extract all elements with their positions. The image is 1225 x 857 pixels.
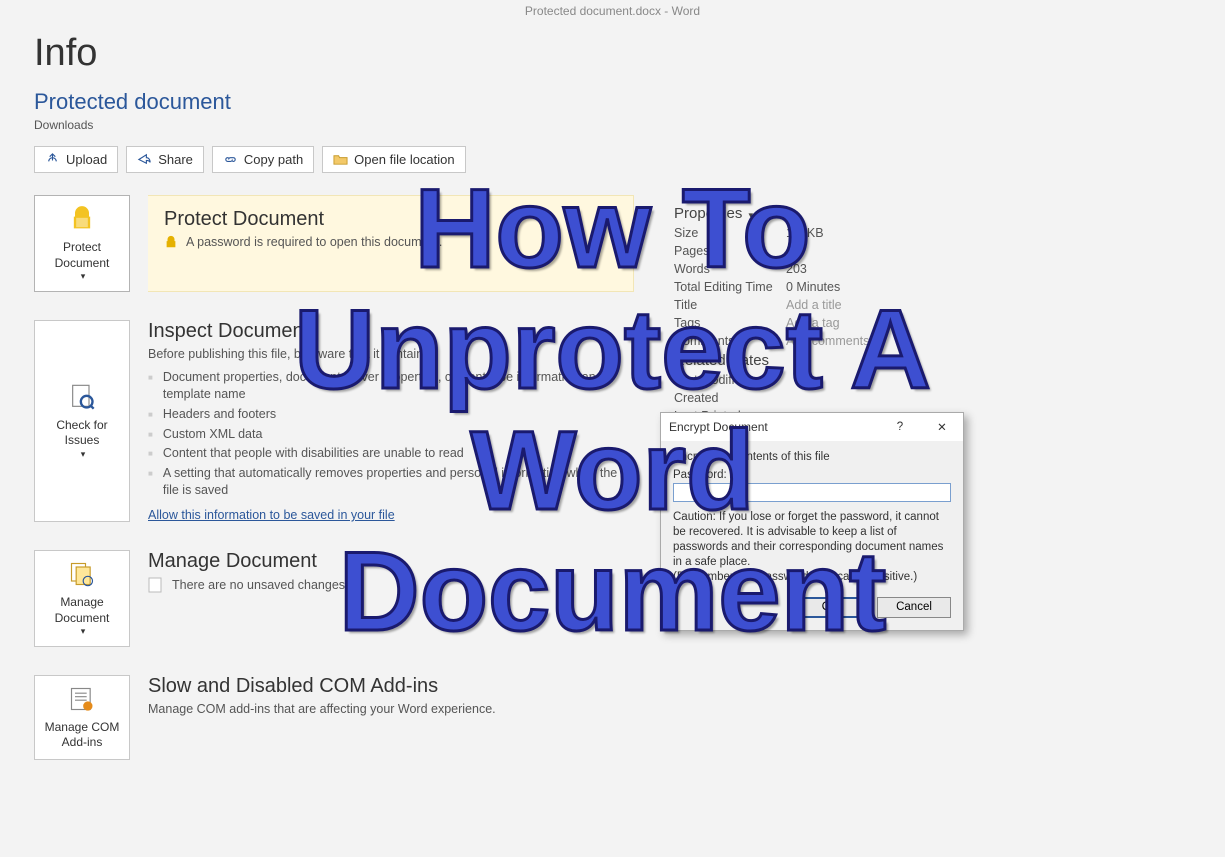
password-input[interactable] (673, 483, 951, 502)
property-row: Total Editing Time0 Minutes (674, 280, 974, 294)
ok-button[interactable]: OK (793, 597, 867, 618)
titlebar: Protected document.docx - Word (0, 0, 1225, 26)
addins-icon (67, 684, 97, 714)
protect-document-button[interactable]: Protect Document▾ (34, 195, 130, 292)
inspect-before-text: Before publishing this file, be aware th… (148, 347, 634, 361)
property-row: TagsAdd a tag (674, 316, 974, 330)
page-title: Info (34, 32, 1191, 75)
dialog-hint: Encrypt the contents of this file (673, 451, 951, 463)
dialog-title: Encrypt Document (661, 420, 879, 434)
inspect-item: Headers and footers (148, 406, 634, 423)
manage-line-text: There are no unsaved changes. (172, 578, 349, 592)
chevron-down-icon: ▾ (81, 449, 86, 461)
title-filename: Protected document.docx (525, 4, 661, 18)
related-dates-heading: Related Dates (674, 352, 974, 369)
manage-document-section: Manage Document▾ Manage Document There a… (34, 550, 634, 647)
inspect-document-section: Check for Issues▾ Inspect Document Befor… (34, 320, 634, 522)
document-icon (148, 577, 162, 593)
dialog-remember: (Remember that passwords are case-sensit… (673, 571, 917, 583)
link-icon (223, 152, 238, 167)
property-row: TitleAdd a title (674, 298, 974, 312)
manage-heading: Manage Document (148, 550, 634, 573)
chevron-down-icon: ▾ (81, 626, 86, 638)
addins-section: Manage COM Add-ins Slow and Disabled COM… (34, 675, 634, 760)
inspect-icon (67, 382, 97, 412)
open-location-button[interactable]: Open file location (322, 146, 465, 173)
addins-heading: Slow and Disabled COM Add-ins (148, 675, 634, 698)
addins-line: Manage COM add-ins that are affecting yo… (148, 702, 634, 716)
password-label: Password: (673, 469, 951, 481)
property-row: Last Modified (674, 373, 974, 387)
inspect-item: A setting that automatically removes pro… (148, 465, 634, 499)
cancel-button[interactable]: Cancel (877, 597, 951, 618)
title-app: Word (672, 4, 700, 18)
property-row: Created (674, 391, 974, 405)
upload-button[interactable]: Upload (34, 146, 118, 173)
property-row: Words203 (674, 262, 974, 276)
check-for-issues-button[interactable]: Check for Issues▾ (34, 320, 130, 522)
protect-message: A password is required to open this docu… (186, 235, 442, 249)
inspect-items-list: Document properties, document server pro… (148, 369, 634, 499)
property-row: CommentsAdd comments (674, 334, 974, 348)
protect-document-section: Protect Document▾ Protect Document A pas… (34, 195, 634, 292)
inspect-item: Content that people with disabilities ar… (148, 445, 634, 462)
protect-heading: Protect Document (164, 208, 617, 231)
lock-icon (67, 204, 97, 234)
chevron-down-icon: ▾ (749, 210, 754, 220)
manage-com-addins-button[interactable]: Manage COM Add-ins (34, 675, 130, 760)
inspect-item: Document properties, document server pro… (148, 369, 634, 403)
lock-small-icon (164, 235, 178, 249)
manage-icon (67, 559, 97, 589)
property-row: Pages1 (674, 244, 974, 258)
dialog-warning: Caution: If you lose or forget the passw… (673, 511, 943, 568)
inspect-heading: Inspect Document (148, 320, 634, 343)
manage-document-button[interactable]: Manage Document▾ (34, 550, 130, 647)
share-button[interactable]: Share (126, 146, 204, 173)
dialog-titlebar[interactable]: Encrypt Document ? ✕ (661, 413, 963, 441)
chevron-down-icon: ▾ (81, 271, 86, 283)
share-icon (137, 152, 152, 167)
encrypt-dialog: Encrypt Document ? ✕ Encrypt the content… (660, 412, 964, 631)
help-button[interactable]: ? (879, 413, 921, 441)
copy-path-button[interactable]: Copy path (212, 146, 314, 173)
toolbar: Upload Share Copy path Open file locatio… (34, 146, 1191, 173)
upload-icon (45, 152, 60, 167)
folder-icon (333, 152, 348, 167)
close-button[interactable]: ✕ (921, 413, 963, 441)
allow-info-link[interactable]: Allow this information to be saved in yo… (148, 508, 395, 522)
document-path: Downloads (34, 118, 1191, 132)
document-title: Protected document (34, 89, 1191, 115)
inspect-item: Custom XML data (148, 426, 634, 443)
property-row: Size177KB (674, 226, 974, 240)
properties-heading[interactable]: Properties (674, 205, 742, 222)
